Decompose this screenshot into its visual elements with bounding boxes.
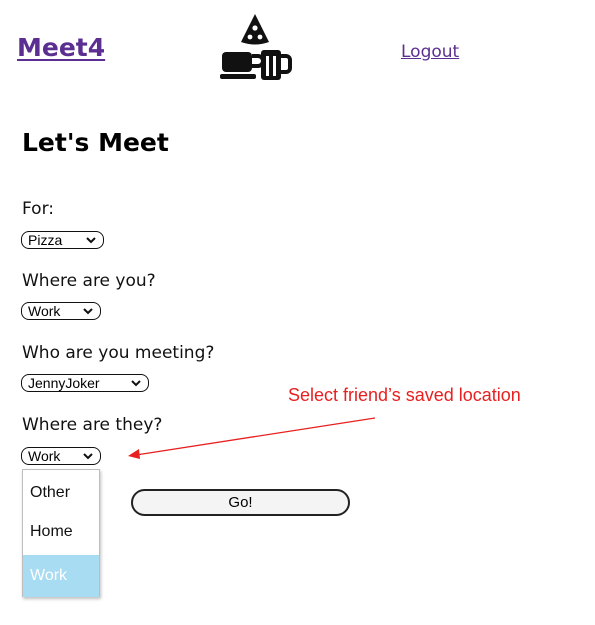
brand-link[interactable]: Meet4	[17, 33, 105, 62]
logout-link[interactable]: Logout	[401, 42, 459, 62]
chevron-down-icon	[131, 380, 141, 387]
who-select[interactable]: JennyJoker	[21, 374, 149, 392]
where-they-dropdown-list: Other Home Work	[22, 469, 100, 597]
go-button[interactable]: Go!	[131, 489, 350, 516]
for-select-value: Pizza	[28, 232, 63, 248]
dropdown-option-work[interactable]: Work	[23, 555, 99, 597]
chevron-down-icon	[83, 453, 93, 460]
chevron-down-icon	[86, 237, 96, 244]
for-label: For:	[22, 199, 54, 219]
dropdown-option-home[interactable]: Home	[23, 517, 99, 547]
annotation-text: Select friend’s saved location	[288, 385, 521, 405]
where-they-select[interactable]: Work	[21, 447, 101, 465]
chevron-down-icon	[83, 308, 93, 315]
where-you-select[interactable]: Work	[21, 302, 101, 320]
where-they-select-value: Work	[28, 448, 61, 464]
where-they-label: Where are they?	[22, 415, 163, 435]
page-title: Let's Meet	[22, 128, 169, 157]
who-select-value: JennyJoker	[28, 375, 100, 391]
for-select[interactable]: Pizza	[21, 231, 104, 249]
dropdown-option-other[interactable]: Other	[23, 478, 99, 508]
pizza-coffee-beer-icon	[220, 14, 292, 80]
where-you-select-value: Work	[28, 303, 61, 319]
where-you-label: Where are you?	[22, 271, 156, 291]
who-label: Who are you meeting?	[22, 343, 215, 363]
